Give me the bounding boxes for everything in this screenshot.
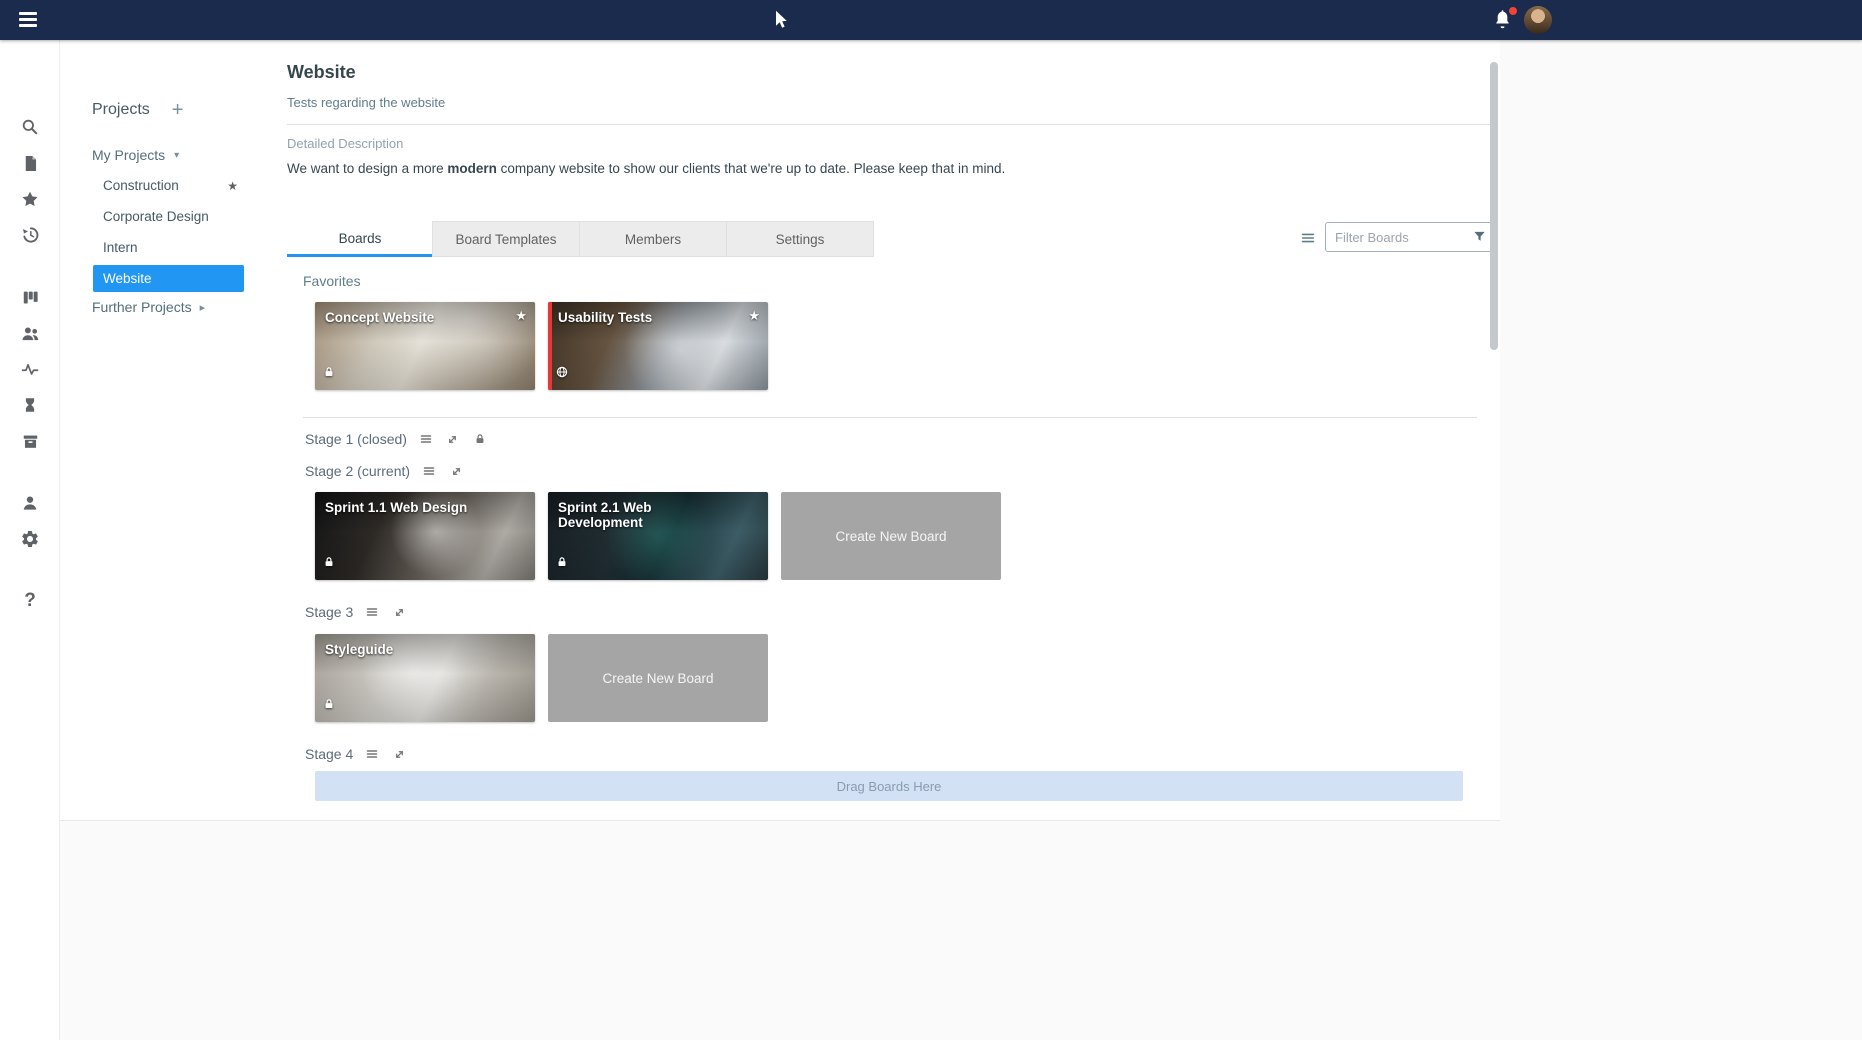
- content-area: Projects + My Projects ▾ Construction ★ …: [60, 40, 1500, 821]
- scrollbar-thumb[interactable]: [1490, 62, 1498, 350]
- sidebar-settings-button[interactable]: [18, 527, 42, 551]
- stage-edit-icon[interactable]: [418, 431, 434, 447]
- stage-edit-icon[interactable]: [421, 463, 437, 479]
- further-projects-label: Further Projects: [92, 299, 192, 315]
- project-item-construction[interactable]: Construction ★: [93, 172, 244, 199]
- stage-expand-icon[interactable]: [391, 746, 407, 762]
- projects-panel-title: Projects: [92, 101, 150, 119]
- stage-edit-icon[interactable]: [364, 604, 380, 620]
- sidebar-archive-button[interactable]: [18, 429, 42, 453]
- people-icon: [20, 323, 41, 344]
- board-columns-icon: [21, 288, 40, 307]
- project-subtitle: Tests regarding the website: [287, 95, 445, 110]
- filter-funnel-icon[interactable]: [1472, 229, 1487, 249]
- board-card-styleguide[interactable]: Styleguide: [315, 634, 535, 722]
- tab-settings[interactable]: Settings: [726, 221, 874, 257]
- board-card-concept-website[interactable]: Concept Website ★: [315, 302, 535, 390]
- star-icon: [20, 189, 40, 209]
- description-text: We want to design a more modern company …: [287, 161, 1005, 176]
- sidebar-time-button[interactable]: [18, 393, 42, 417]
- list-lines-icon: [1300, 230, 1316, 246]
- project-favorite-star-icon[interactable]: ★: [227, 179, 238, 193]
- activity-icon: [20, 359, 40, 379]
- archive-icon: [21, 432, 40, 451]
- favorites-label: Favorites: [303, 273, 361, 289]
- drag-boards-dropzone[interactable]: Drag Boards Here: [315, 771, 1463, 801]
- board-card-usability-tests[interactable]: Usability Tests ★: [548, 302, 768, 390]
- further-projects-group[interactable]: Further Projects ▸: [92, 299, 205, 315]
- sidebar-favorites-button[interactable]: [18, 187, 42, 211]
- create-new-board-button[interactable]: Create New Board: [781, 492, 1001, 580]
- chevron-right-icon: ▸: [200, 301, 206, 314]
- board-tabs: Boards Board Templates Members Settings: [287, 221, 874, 257]
- stage-expand-icon[interactable]: [391, 604, 407, 620]
- stage-expand-icon[interactable]: [445, 431, 461, 447]
- hamburger-menu-icon[interactable]: [19, 12, 39, 28]
- sidebar-history-button[interactable]: [18, 223, 42, 247]
- divider: [303, 417, 1477, 418]
- stage-edit-icon[interactable]: [364, 746, 380, 762]
- projects-panel: Projects + My Projects ▾ Construction ★ …: [60, 40, 287, 820]
- search-icon: [20, 117, 40, 137]
- sidebar-members-button[interactable]: [18, 321, 42, 345]
- stage-3-label: Stage 3: [305, 604, 353, 620]
- hourglass-icon: [21, 396, 39, 414]
- sidebar-search-button[interactable]: [18, 115, 42, 139]
- tab-boards[interactable]: Boards: [287, 221, 433, 257]
- help-icon: ?: [24, 590, 36, 612]
- lock-icon: [323, 697, 335, 715]
- sidebar-boards-button[interactable]: [18, 285, 42, 309]
- lock-icon: [323, 365, 335, 383]
- tab-members[interactable]: Members: [579, 221, 727, 257]
- lock-icon: [323, 555, 335, 573]
- globe-icon: [556, 365, 568, 383]
- filter-boards-input[interactable]: [1325, 222, 1493, 252]
- add-project-icon[interactable]: +: [172, 100, 184, 120]
- divider: [287, 124, 1493, 125]
- board-favorite-star-icon[interactable]: ★: [748, 308, 760, 324]
- lock-icon: [556, 555, 568, 573]
- my-projects-label: My Projects: [92, 147, 165, 163]
- app-logo-cursor-icon[interactable]: [769, 5, 793, 35]
- project-item-corporate-design[interactable]: Corporate Design: [93, 203, 244, 230]
- board-card-sprint-1-1[interactable]: Sprint 1.1 Web Design: [315, 492, 535, 580]
- icon-sidebar: ?: [0, 40, 60, 1040]
- page-title: Website: [287, 62, 356, 83]
- stage-2-label: Stage 2 (current): [305, 463, 410, 479]
- my-projects-group[interactable]: My Projects ▾: [92, 147, 179, 163]
- stage-expand-icon[interactable]: [448, 463, 464, 479]
- sidebar-profile-button[interactable]: [18, 491, 42, 515]
- top-navbar: [0, 0, 1862, 40]
- document-icon: [21, 154, 40, 173]
- notifications-button[interactable]: [1492, 9, 1516, 33]
- project-item-website[interactable]: Website: [93, 265, 244, 292]
- board-view-options-button[interactable]: [1299, 229, 1317, 247]
- person-icon: [20, 493, 40, 513]
- create-new-board-button[interactable]: Create New Board: [548, 634, 768, 722]
- board-favorite-star-icon[interactable]: ★: [515, 308, 527, 324]
- settings-gear-icon: [20, 529, 40, 549]
- project-item-intern[interactable]: Intern: [93, 234, 244, 261]
- project-detail: Website Tests regarding the website Deta…: [287, 40, 1493, 820]
- user-avatar[interactable]: [1524, 6, 1552, 34]
- stage-1-label: Stage 1 (closed): [305, 431, 407, 447]
- description-label: Detailed Description: [287, 136, 403, 151]
- notification-badge: [1508, 6, 1518, 16]
- board-card-sprint-2-1[interactable]: Sprint 2.1 Web Development: [548, 492, 768, 580]
- stage-4-label: Stage 4: [305, 746, 353, 762]
- stage-lock-icon[interactable]: [472, 431, 488, 447]
- history-icon: [20, 225, 40, 245]
- sidebar-activity-button[interactable]: [18, 357, 42, 381]
- tab-board-templates[interactable]: Board Templates: [432, 221, 580, 257]
- sidebar-documents-button[interactable]: [18, 151, 42, 175]
- chevron-down-icon: ▾: [174, 150, 179, 161]
- sidebar-help-button[interactable]: ?: [18, 589, 42, 613]
